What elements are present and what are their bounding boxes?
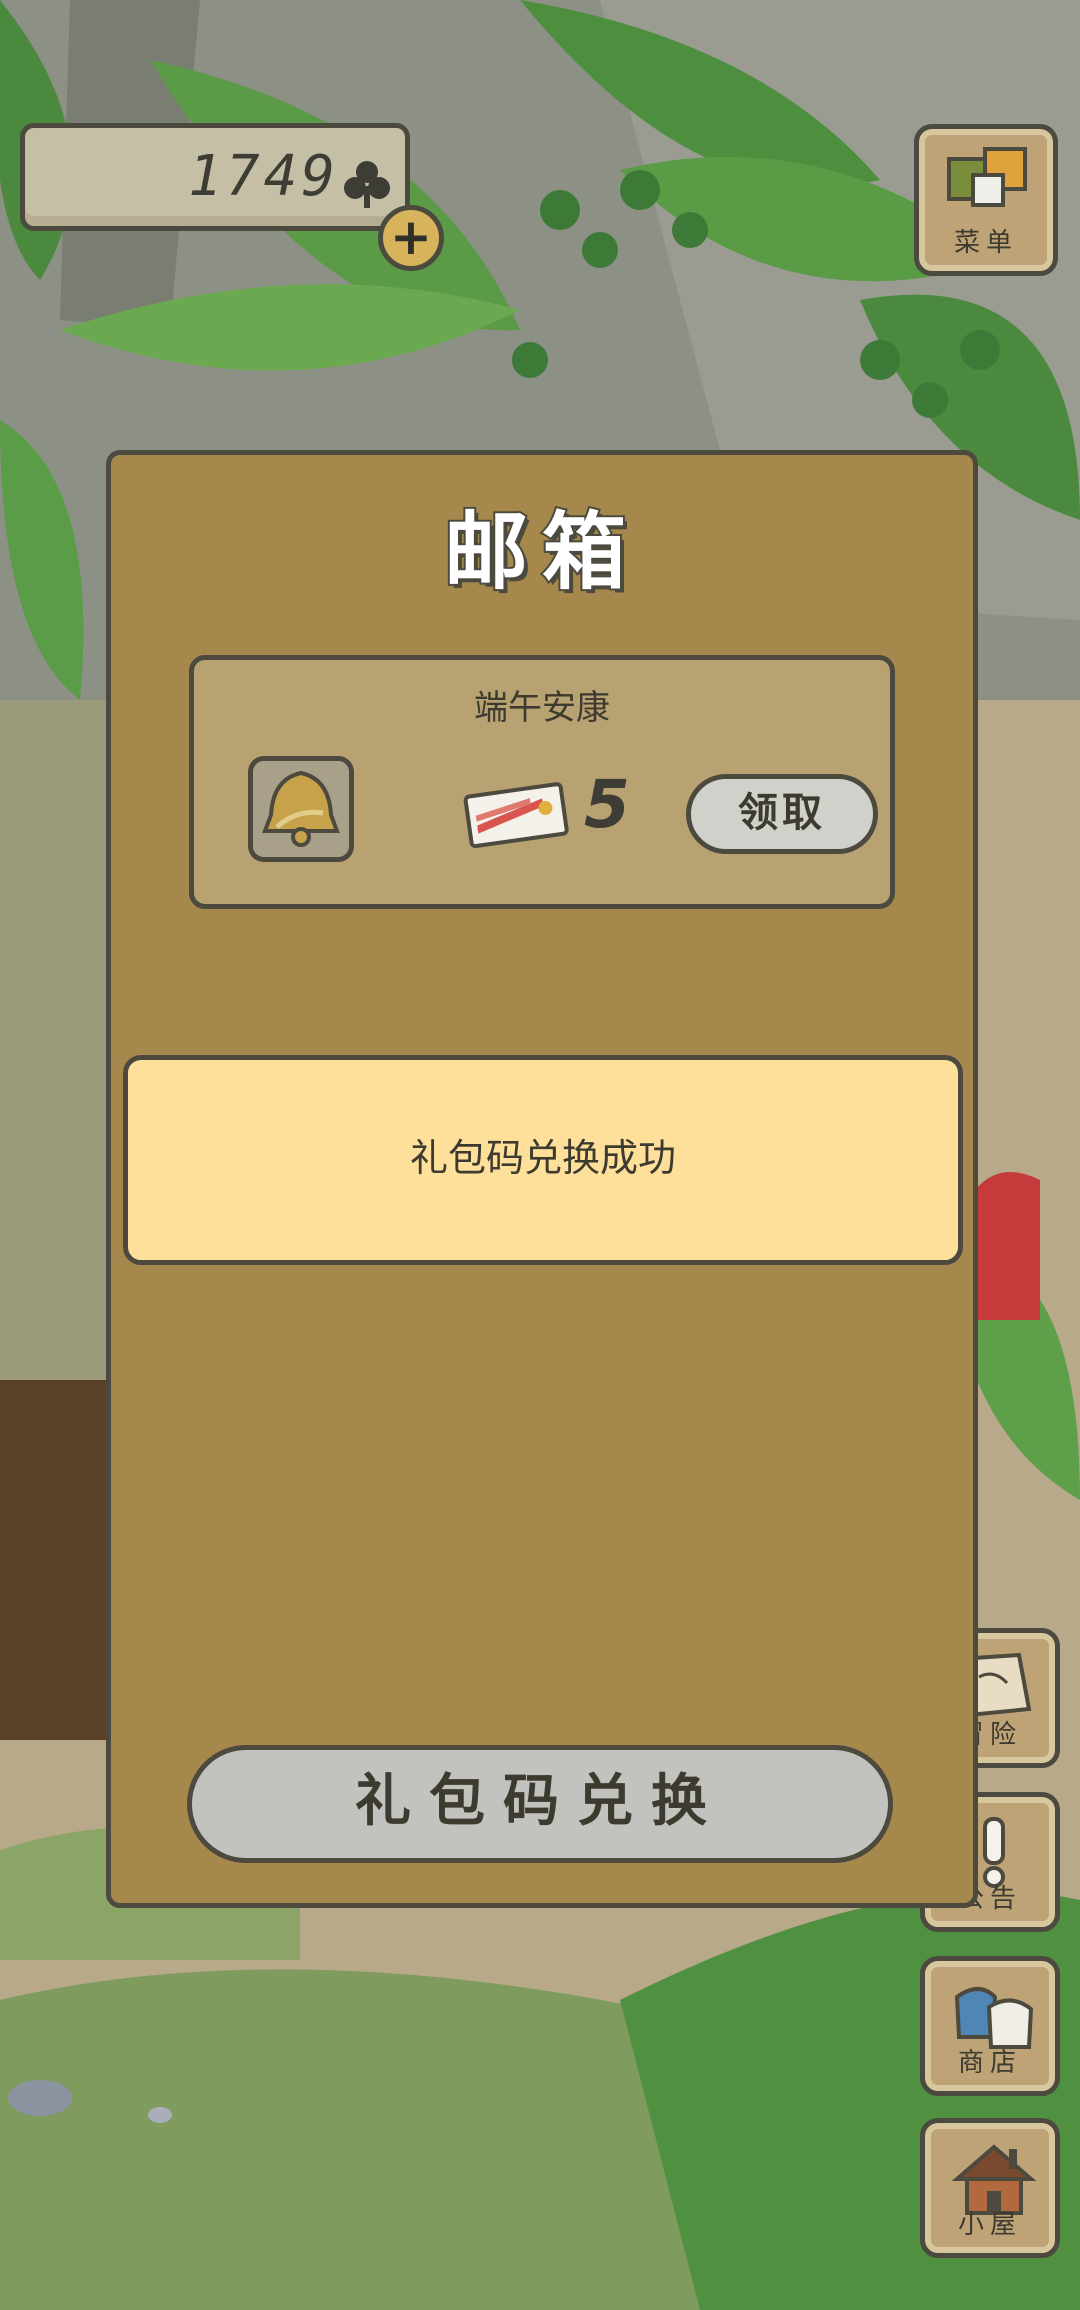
house-label: 小屋 [957, 2210, 1022, 2240]
menu-button[interactable]: 菜单 [914, 124, 1058, 276]
shop-button[interactable]: 商店 [920, 1956, 1060, 2096]
bell-icon [253, 761, 349, 857]
reward-slot [248, 756, 354, 862]
ticket-icon [463, 782, 569, 848]
clover-count: 1749 [188, 144, 339, 209]
reward-quantity: 5 [584, 766, 630, 843]
redeem-code-button[interactable]: 礼包码兑换 [187, 1745, 893, 1863]
clover-counter: 1749 [20, 123, 410, 231]
mail-item: 端午安康 5 领取 [189, 655, 895, 909]
dialog-title: 邮箱 [442, 501, 640, 603]
claim-button[interactable]: 领取 [686, 774, 878, 854]
mailbox-dialog: 邮箱 端午安康 5 领取 礼包码兑换成功 礼包码兑换 [106, 450, 978, 1908]
mail-subject: 端午安康 [474, 688, 610, 728]
success-toast: 礼包码兑换成功 [123, 1055, 963, 1265]
house-button[interactable]: 小屋 [920, 2118, 1060, 2258]
menu-label: 菜单 [953, 228, 1018, 258]
menu-icon [947, 147, 1027, 207]
clover-icon [344, 161, 390, 208]
shop-label: 商店 [957, 2048, 1022, 2078]
add-clover-button[interactable]: + [378, 205, 444, 271]
